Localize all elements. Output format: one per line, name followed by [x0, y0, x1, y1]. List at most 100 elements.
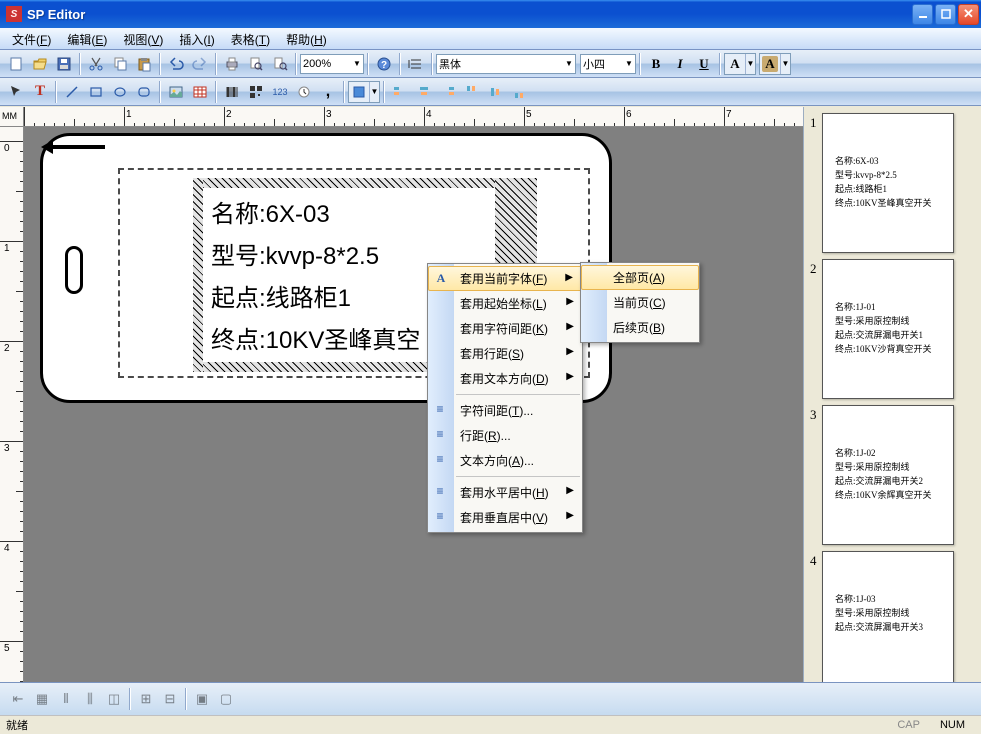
comma-tool[interactable]: ,: [317, 81, 339, 103]
align-left-button[interactable]: [389, 81, 411, 103]
open-button[interactable]: [29, 53, 51, 75]
new-button[interactable]: [5, 53, 27, 75]
thumbnail-card[interactable]: 名称:1J-01型号:采用原控制线起点:交流屏漏电开关1终点:10KV沙背真空开…: [822, 259, 954, 399]
help-button[interactable]: ?: [373, 53, 395, 75]
paste-button[interactable]: [133, 53, 155, 75]
ctx-item-8[interactable]: ≡文本方向(A)...: [428, 448, 582, 473]
barcode-tool[interactable]: [221, 81, 243, 103]
menu-i[interactable]: 插入(I): [171, 28, 222, 49]
save-button[interactable]: [53, 53, 75, 75]
align-bottom-button[interactable]: [509, 81, 531, 103]
ctx-item-10[interactable]: ≡套用水平居中(H)▶: [428, 480, 582, 505]
menu-h[interactable]: 帮助(H): [278, 28, 335, 49]
ctx-item-2[interactable]: 套用字符间距(K)▶: [428, 316, 582, 341]
label-hole: [65, 246, 83, 294]
zoom-value[interactable]: [303, 58, 351, 70]
dist-v-icon[interactable]: ⫼: [79, 688, 101, 710]
align-middle-v-button[interactable]: [485, 81, 507, 103]
close-button[interactable]: ✕: [958, 4, 979, 25]
underline-button[interactable]: U: [693, 53, 715, 75]
send-back-icon[interactable]: ▢: [215, 688, 237, 710]
undo-button[interactable]: [165, 53, 187, 75]
font-name-value[interactable]: [439, 58, 563, 70]
copy-button[interactable]: [109, 53, 131, 75]
zoom-combo[interactable]: ▼: [300, 54, 364, 74]
ctx-item-6[interactable]: ≡字符间距(T)...: [428, 398, 582, 423]
zoom-out-icon[interactable]: ⊟: [159, 688, 181, 710]
highlight-color-button[interactable]: A▼: [759, 53, 791, 75]
menu-t[interactable]: 表格(T): [223, 28, 278, 49]
ctx-item-3[interactable]: 套用行距(S)▶: [428, 341, 582, 366]
thumbnail-card[interactable]: 名称:6X-03型号:kvvp-8*2.5起点:线路柜1终点:10KV圣峰真空开…: [822, 113, 954, 253]
bottom-toolbar: ⇤ ▦ ⫴ ⫼ ◫ ⊞ ⊟ ▣ ▢: [0, 682, 981, 715]
minimize-button[interactable]: [912, 4, 933, 25]
ellipse-tool[interactable]: [109, 81, 131, 103]
ctx-item-4[interactable]: 套用文本方向(D)▶: [428, 366, 582, 391]
ctx-item-11[interactable]: ≡套用垂直居中(V)▶: [428, 505, 582, 530]
time-tool[interactable]: [293, 81, 315, 103]
redo-button[interactable]: [189, 53, 211, 75]
font-size-value[interactable]: [583, 58, 623, 70]
align-top-button[interactable]: [461, 81, 483, 103]
svg-text:?: ?: [381, 60, 387, 71]
context-menu[interactable]: A套用当前字体(F)▶套用起始坐标(L)▶套用字符间距(K)▶套用行距(S)▶套…: [427, 263, 583, 533]
window-title: SP Editor: [27, 7, 910, 22]
italic-button[interactable]: I: [669, 53, 691, 75]
counter-tool[interactable]: 123: [269, 81, 291, 103]
image-tool[interactable]: [165, 81, 187, 103]
rect-tool[interactable]: [85, 81, 107, 103]
ctx-sub-item-2[interactable]: 后续页(B): [581, 315, 699, 340]
thumbnail-card[interactable]: 名称:1J-03型号:采用原控制线起点:交流屏漏电开关3: [822, 551, 954, 682]
cut-button[interactable]: [85, 53, 107, 75]
thumbnail-row[interactable]: 1名称:6X-03型号:kvvp-8*2.5起点:线路柜1终点:10KV圣峰真空…: [804, 107, 981, 253]
font-size-combo[interactable]: ▼: [580, 54, 636, 74]
ctx-item-1[interactable]: 套用起始坐标(L)▶: [428, 291, 582, 316]
ctx-item-0[interactable]: A套用当前字体(F)▶: [428, 266, 582, 291]
align-center-h-button[interactable]: [413, 81, 435, 103]
rounded-rect-tool[interactable]: [133, 81, 155, 103]
ruler-corner: MM: [0, 107, 24, 127]
print-button[interactable]: [221, 53, 243, 75]
line-spacing-button[interactable]: [405, 53, 427, 75]
pointer-tool[interactable]: [5, 81, 27, 103]
thumbnail-card[interactable]: 名称:1J-02型号:采用原控制线起点:交流屏漏电开关2终点:10KV余辉真空开…: [822, 405, 954, 545]
menu-f[interactable]: 文件(F): [4, 28, 59, 49]
canvas[interactable]: 名称:6X-03 型号:kvvp-8*2.5 起点:线路柜1 终点:10KV圣峰…: [24, 127, 803, 682]
vertical-ruler: 0123456: [0, 127, 24, 682]
menu-bar: 文件(F)编辑(E)视图(V)插入(I)表格(T)帮助(H): [0, 28, 981, 50]
font-color-button[interactable]: A▼: [724, 53, 756, 75]
font-name-combo[interactable]: ▼: [436, 54, 576, 74]
align-right-button[interactable]: [437, 81, 459, 103]
table-tool[interactable]: [189, 81, 211, 103]
maximize-button[interactable]: [935, 4, 956, 25]
bold-button[interactable]: B: [645, 53, 667, 75]
horizontal-ruler: 12345678: [24, 107, 803, 127]
ctx-sub-item-1[interactable]: 当前页(C): [581, 290, 699, 315]
nav-first-icon[interactable]: ⇤: [7, 688, 29, 710]
thumbnail-row[interactable]: 2名称:1J-01型号:采用原控制线起点:交流屏漏电开关1终点:10KV沙背真空…: [804, 253, 981, 399]
zoom-in-icon[interactable]: ⊞: [135, 688, 157, 710]
ctx-sub-item-0[interactable]: 全部页(A): [581, 265, 699, 290]
selection-handle-left[interactable]: [193, 178, 203, 372]
page-setup-button[interactable]: [269, 53, 291, 75]
qrcode-tool[interactable]: [245, 81, 267, 103]
align-grid-icon[interactable]: ▦: [31, 688, 53, 710]
thumbnail-row[interactable]: 4名称:1J-03型号:采用原控制线起点:交流屏漏电开关3: [804, 545, 981, 682]
fill-color-tool[interactable]: ▼: [348, 81, 380, 103]
thumbnail-number: 3: [810, 405, 822, 545]
menu-e[interactable]: 编辑(E): [59, 28, 115, 49]
selection-handle-top[interactable]: [203, 178, 495, 188]
menu-v[interactable]: 视图(V): [115, 28, 171, 49]
thumbnail-row[interactable]: 3名称:1J-02型号:采用原控制线起点:交流屏漏电开关2终点:10KV余辉真空…: [804, 399, 981, 545]
ctx-item-7[interactable]: ≡行距(R)...: [428, 423, 582, 448]
text-tool[interactable]: T: [29, 81, 51, 103]
line-tool[interactable]: [61, 81, 83, 103]
title-bar: S SP Editor ✕: [0, 0, 981, 28]
group-icon[interactable]: ◫: [103, 688, 125, 710]
print-preview-button[interactable]: [245, 53, 267, 75]
dist-h-icon[interactable]: ⫴: [55, 688, 77, 710]
thumbnail-panel[interactable]: 1名称:6X-03型号:kvvp-8*2.5起点:线路柜1终点:10KV圣峰真空…: [803, 107, 981, 682]
toolbar-tools: T 123 , ▼: [0, 78, 981, 106]
bring-front-icon[interactable]: ▣: [191, 688, 213, 710]
context-submenu[interactable]: 全部页(A)当前页(C)后续页(B): [580, 262, 700, 343]
